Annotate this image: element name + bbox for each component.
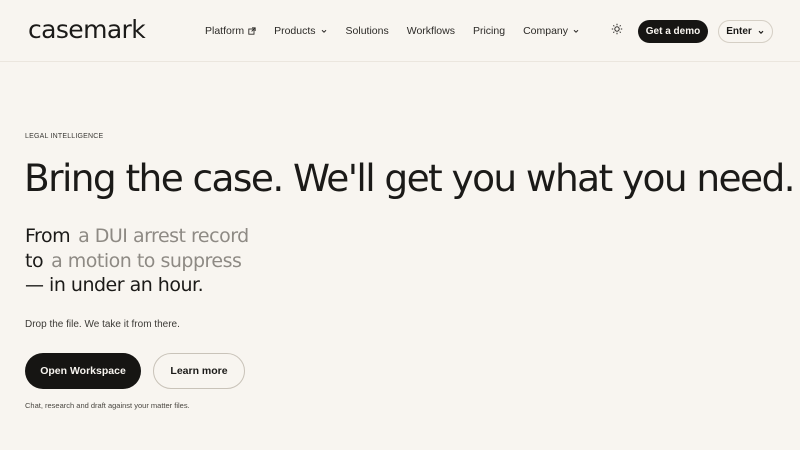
sub-line-closing: — in under an hour. (25, 274, 204, 296)
enter-button-label: Enter (726, 26, 752, 37)
from-word: From (25, 225, 71, 247)
theme-toggle-button[interactable] (610, 22, 624, 40)
nav-item-label: Company (523, 25, 569, 37)
nav-item-platform[interactable]: Platform (205, 25, 256, 37)
to-word: to (25, 249, 44, 272)
nav-item-label: Products (274, 25, 316, 37)
hero-headline: Bring the case. We'll get you what you n… (24, 156, 796, 200)
sub-line-to: to a motion to suppress (25, 249, 249, 274)
hero-footnote: Chat, research and draft against your ma… (25, 401, 190, 410)
learn-more-button[interactable]: Learn more (153, 353, 245, 389)
nav-item-pricing[interactable]: Pricing (473, 25, 505, 37)
to-value: a motion to suppress (51, 249, 242, 272)
nav-item-workflows[interactable]: Workflows (407, 25, 455, 37)
nav-item-label: Pricing (472, 25, 506, 37)
enter-dropdown-button[interactable]: Enter (718, 20, 773, 43)
sub-line-from: From a DUI arrest record (25, 224, 249, 249)
nav-item-products[interactable]: Products (274, 25, 327, 37)
get-demo-button[interactable]: Get a demo (638, 20, 708, 43)
hero-subheading: From a DUI arrest record to a motion to su… (25, 224, 249, 298)
from-value: a DUI arrest record (78, 225, 249, 247)
open-workspace-button[interactable]: Open Workspace (25, 353, 141, 389)
page: casemark Platform Products Solutions Wor… (0, 0, 800, 450)
sun-icon (611, 22, 623, 40)
eyebrow-label: LEGAL INTELLIGENCE (25, 133, 104, 140)
hero-tagline: Drop the file. We take it from there. (25, 319, 180, 330)
nav-item-solutions[interactable]: Solutions (346, 25, 389, 37)
chevron-down-icon (320, 27, 328, 35)
chevron-down-icon (757, 28, 765, 36)
brand-logo[interactable]: casemark (28, 15, 146, 44)
top-navbar: casemark Platform Products Solutions Wor… (0, 0, 800, 62)
main-menu: Platform Products Solutions Workflows Pr… (205, 24, 598, 38)
chevron-down-icon (572, 27, 580, 35)
nav-item-company[interactable]: Company (523, 25, 580, 37)
nav-item-label: Solutions (345, 25, 389, 37)
nav-item-label: Platform (205, 25, 245, 37)
nav-item-label: Workflows (406, 25, 455, 37)
external-link-icon (248, 27, 256, 35)
